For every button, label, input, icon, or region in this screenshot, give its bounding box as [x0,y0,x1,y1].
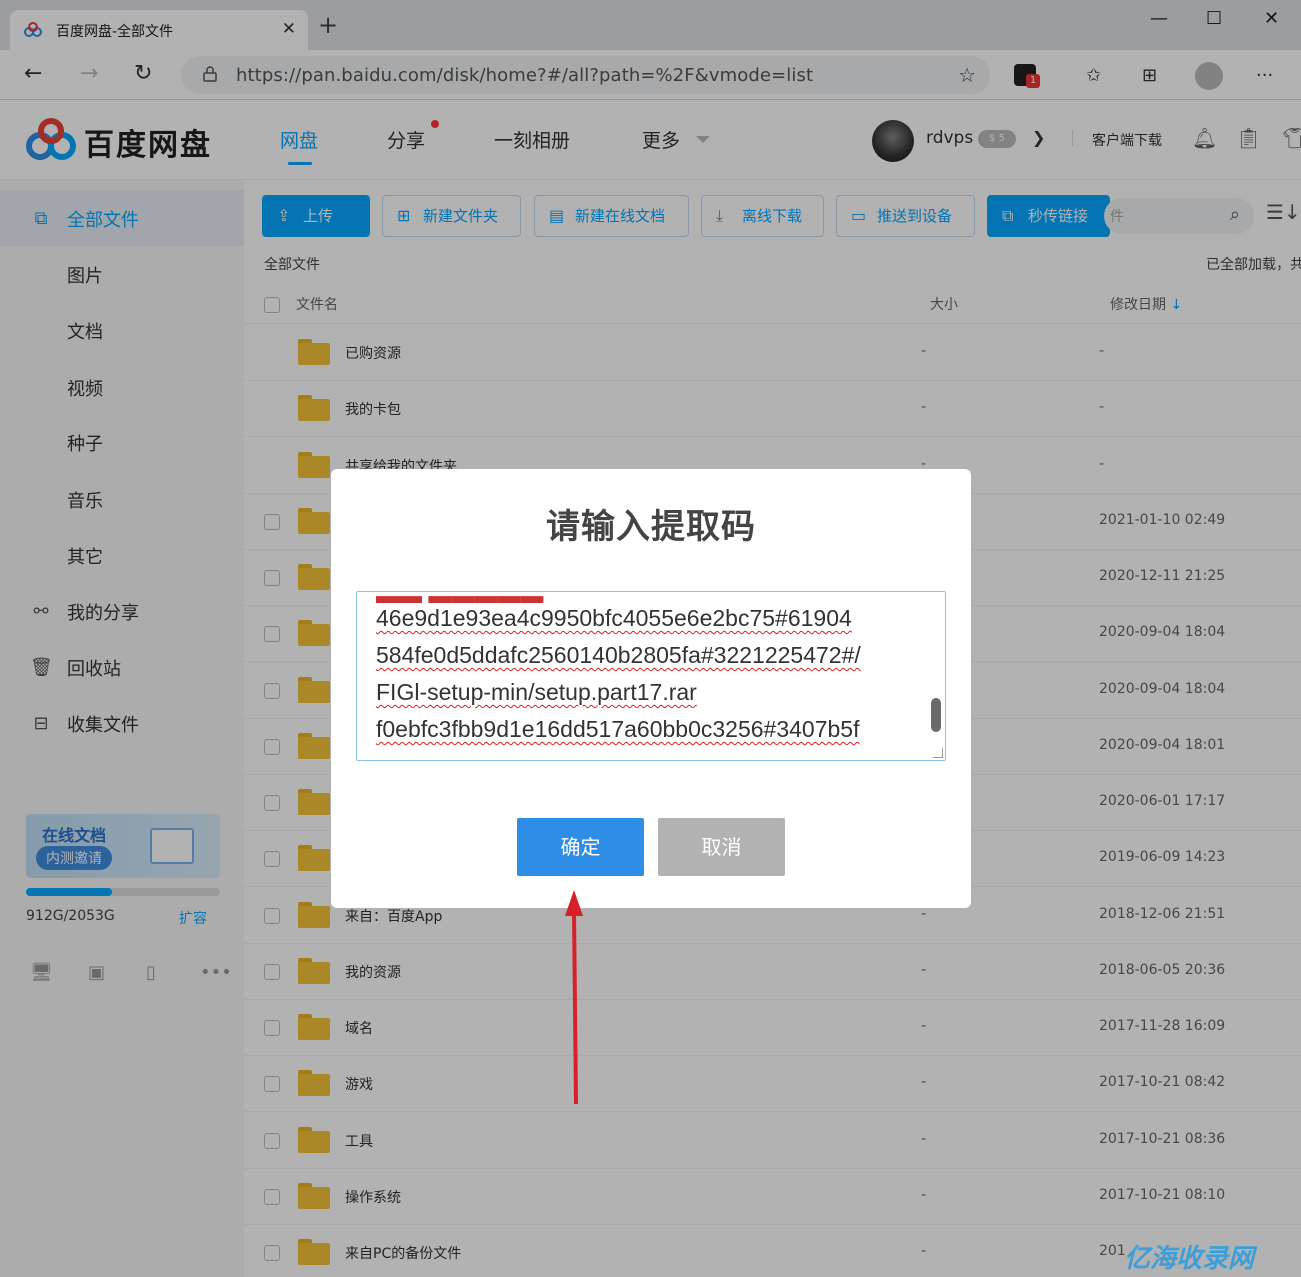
extraction-code-dialog: 请输入提取码 ▬▬ ▬▬▬▬▬ 46e9d1e93ea4c9950bfc4055… [331,469,971,908]
textarea-line: f0ebfc3fbb9d1e16dd517a60bb0c3256#3407b5f [376,716,860,742]
textarea-content: 46e9d1e93ea4c9950bfc4055e6e2bc75#61904 5… [376,600,861,748]
textarea-line: 46e9d1e93ea4c9950bfc4055e6e2bc75#61904 [376,605,852,631]
textarea-line: 584fe0d5ddafc2560140b2805fa#3221225472#/ [376,642,861,668]
cancel-button[interactable]: 取消 [658,818,785,876]
textarea-line: FIGl-setup-min/setup.part17.rar [376,679,697,705]
dialog-title: 请输入提取码 [546,507,756,547]
link-textarea[interactable]: ▬▬ ▬▬▬▬▬ 46e9d1e93ea4c9950bfc4055e6e2bc7… [356,591,946,761]
textarea-scrollbar[interactable] [931,698,941,732]
textarea-resize-handle[interactable] [933,748,943,758]
watermark-logo: 亿海收录网 [1124,1244,1255,1274]
confirm-button[interactable]: 确定 [517,818,644,876]
